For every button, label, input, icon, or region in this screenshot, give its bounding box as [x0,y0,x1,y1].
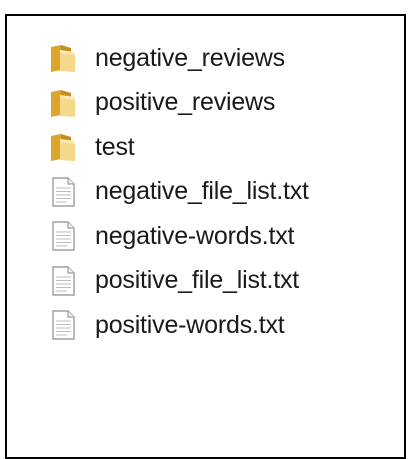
file-list-panel: negative_reviews positive_reviews test n… [5,14,406,459]
text-file-icon [45,307,81,343]
item-name: positive-words.txt [95,310,285,339]
item-name: negative_reviews [95,43,285,72]
folder-icon [45,85,81,121]
item-name: test [95,132,135,161]
list-item-test[interactable]: test [45,125,309,170]
list-item-positive-reviews[interactable]: positive_reviews [45,81,309,126]
list-item-negative-words[interactable]: negative-words.txt [45,214,309,259]
list-item-positive-words[interactable]: positive-words.txt [45,303,309,348]
folder-icon [45,40,81,76]
file-list: negative_reviews positive_reviews test n… [45,36,309,348]
item-name: negative-words.txt [95,221,295,250]
item-name: positive_reviews [95,88,276,117]
item-name: positive_file_list.txt [95,266,300,295]
item-name: negative_file_list.txt [95,177,309,206]
text-file-icon [45,218,81,254]
text-file-icon [45,263,81,299]
list-item-positive-file-list[interactable]: positive_file_list.txt [45,259,309,304]
list-item-negative-reviews[interactable]: negative_reviews [45,36,309,81]
list-item-negative-file-list[interactable]: negative_file_list.txt [45,170,309,215]
folder-icon [45,129,81,165]
text-file-icon [45,174,81,210]
